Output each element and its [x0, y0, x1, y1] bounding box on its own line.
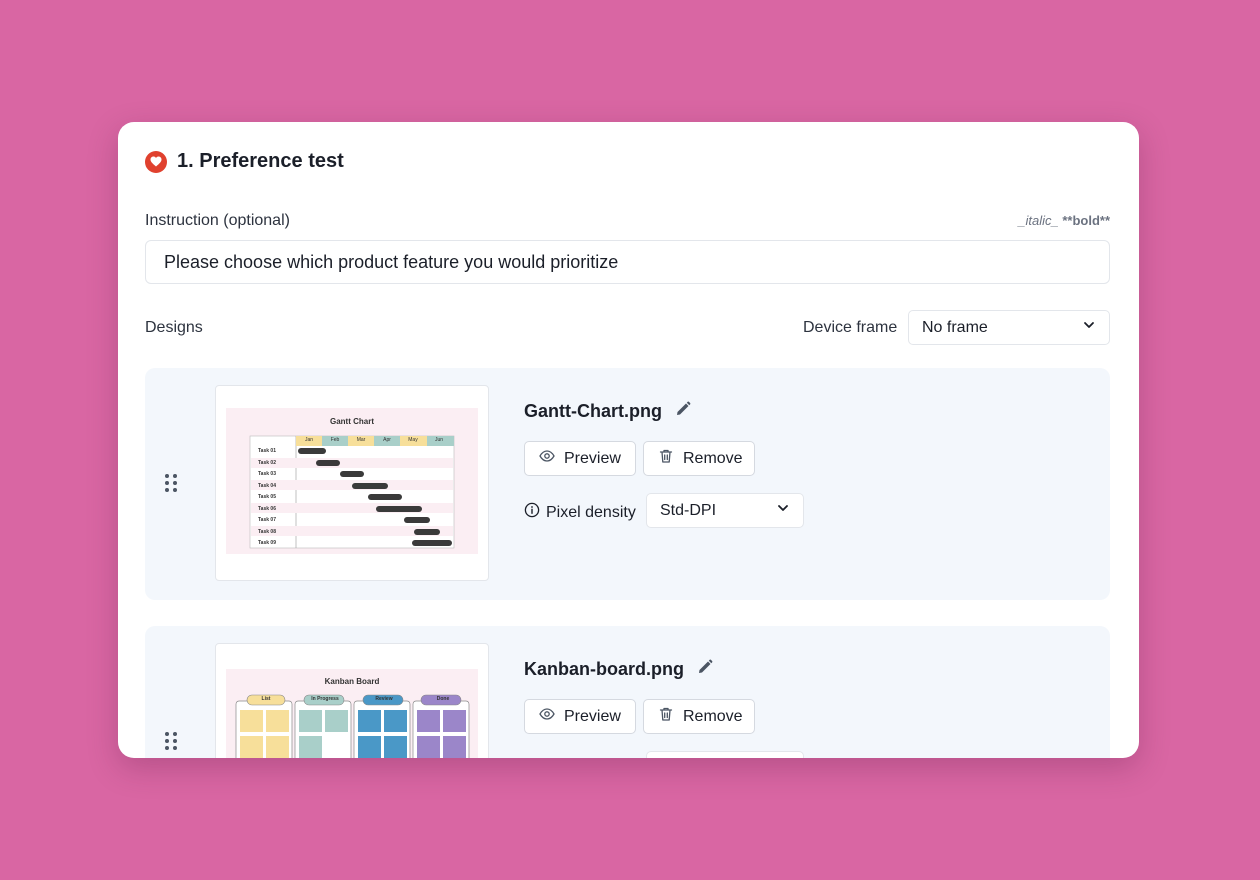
thumbnail-month-label: Apr	[383, 437, 391, 443]
design-item: Gantt Chart Jan Feb Mar Apr May Jun Task 01 Ta…	[145, 368, 1110, 600]
design-item: Kanban Board List In Progress Review Done K…	[145, 626, 1110, 758]
pixel-density-select[interactable]: Std-DPI	[646, 493, 804, 528]
remove-button-label: Remove	[683, 707, 743, 725]
pencil-icon[interactable]	[696, 658, 714, 681]
device-frame-value: No frame	[922, 318, 988, 336]
drag-handle-icon[interactable]	[165, 732, 177, 750]
device-frame-select[interactable]: No frame	[908, 310, 1110, 345]
pixel-density-select[interactable]	[646, 751, 804, 758]
thumbnail-task-label: Task 05	[258, 494, 276, 500]
design-thumbnail[interactable]: Kanban Board List In Progress Review Done	[215, 643, 489, 758]
trash-icon	[658, 448, 674, 469]
thumbnail-month-label: Mar	[356, 437, 366, 443]
thumbnail-month-label: Jun	[434, 437, 444, 443]
thumbnail-column-label: List	[261, 696, 271, 702]
format-hint-bold: **bold**	[1062, 213, 1110, 228]
thumbnail-task-label: Task 07	[258, 517, 276, 523]
thumbnail-task-label: Task 09	[258, 540, 276, 546]
eye-icon	[539, 448, 555, 469]
pencil-icon[interactable]	[674, 400, 692, 423]
pixel-density-row: Pixel density	[524, 502, 636, 523]
preview-button-label: Preview	[564, 449, 621, 467]
thumbnail-task-label: Task 02	[258, 459, 276, 466]
drag-handle-icon[interactable]	[165, 474, 177, 492]
remove-button[interactable]: Remove	[643, 699, 755, 734]
pixel-density-label: Pixel density	[546, 503, 636, 521]
preview-button[interactable]: Preview	[524, 441, 636, 476]
thumbnail-month-label: May	[408, 437, 418, 443]
pixel-density-value: Std-DPI	[660, 501, 717, 519]
preview-button-label: Preview	[564, 707, 621, 725]
device-frame-label: Device frame	[803, 319, 898, 336]
eye-icon	[539, 706, 555, 727]
preview-button[interactable]: Preview	[524, 699, 636, 734]
chevron-down-icon	[1082, 318, 1096, 337]
file-name-row: Gantt-Chart.png	[524, 400, 692, 423]
designs-label: Designs	[145, 319, 203, 336]
section-header: 1. Preference test	[145, 150, 344, 173]
thumbnail-column-label: In Progress	[311, 696, 339, 702]
file-name-row: Kanban-board.png	[524, 658, 714, 681]
thumbnail-task-label: Task 01	[258, 448, 276, 454]
thumbnail-month-label: Feb	[330, 437, 340, 443]
instruction-input[interactable]	[145, 240, 1110, 284]
thumbnail-month-label: Jan	[304, 437, 314, 443]
thumbnail-column-label: Done	[436, 696, 450, 702]
thumbnail-title: Gantt Chart	[330, 417, 374, 426]
format-hint-italic: _italic_	[1018, 213, 1059, 228]
format-hint: _italic_ **bold**	[1018, 213, 1110, 228]
remove-button[interactable]: Remove	[643, 441, 755, 476]
chevron-down-icon	[776, 501, 790, 520]
thumbnail-column-label: Review	[375, 696, 393, 702]
thumbnail-task-label: Task 06	[258, 505, 276, 512]
file-name: Kanban-board.png	[524, 659, 684, 679]
instruction-label: Instruction (optional)	[145, 212, 290, 229]
thumbnail-task-label: Task 08	[258, 528, 276, 535]
file-name: Gantt-Chart.png	[524, 401, 662, 421]
preference-test-card: 1. Preference test Instruction (optional…	[118, 122, 1139, 758]
design-thumbnail[interactable]: Gantt Chart Jan Feb Mar Apr May Jun Task 01 Ta…	[215, 385, 489, 581]
thumbnail-title: Kanban Board	[324, 677, 380, 686]
info-icon[interactable]	[524, 502, 540, 523]
thumbnail-task-label: Task 03	[258, 471, 276, 477]
gantt-thumbnail-image	[226, 408, 478, 554]
heart-icon	[145, 150, 167, 173]
section-title: 1. Preference test	[177, 150, 344, 172]
remove-button-label: Remove	[683, 449, 743, 467]
thumbnail-task-label: Task 04	[258, 482, 276, 489]
trash-icon	[658, 706, 674, 727]
